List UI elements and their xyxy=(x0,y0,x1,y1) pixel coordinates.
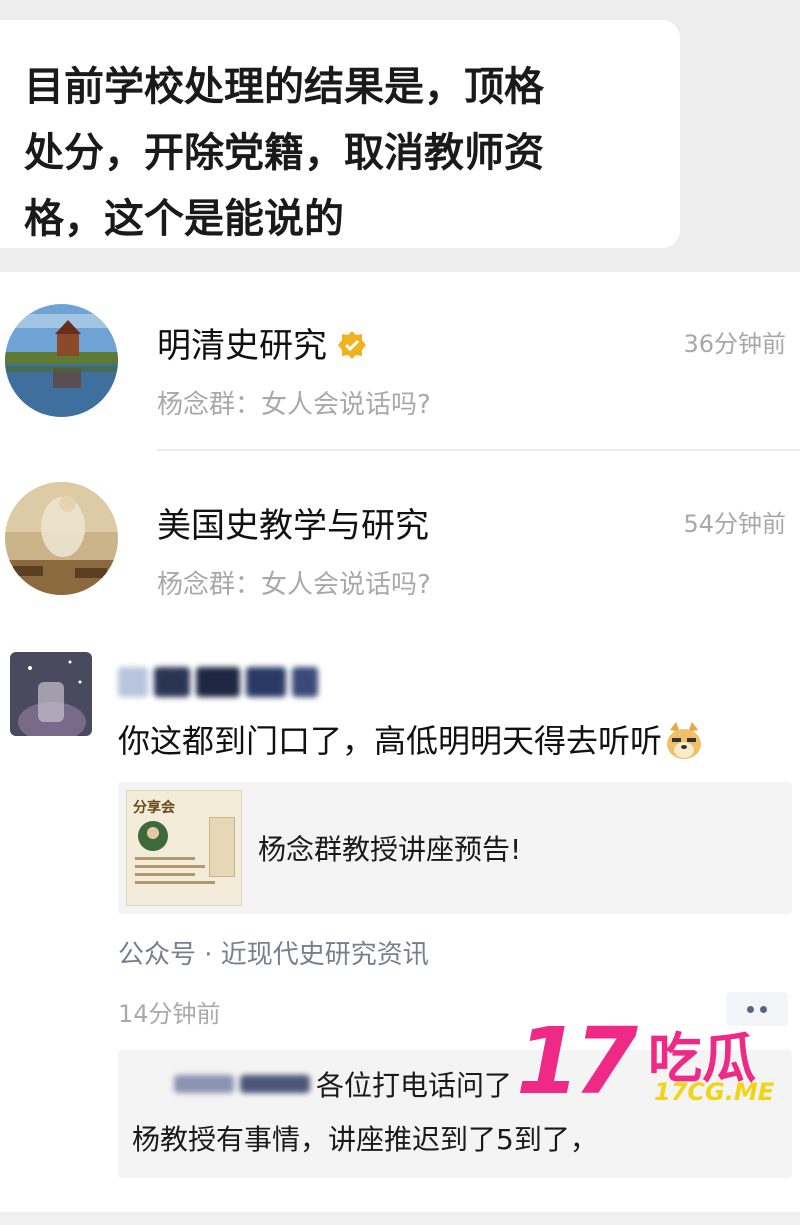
watermark-site: 17CG.ME xyxy=(654,1078,775,1106)
chat-name: 明清史研究 xyxy=(157,318,367,367)
comment-line: 各位打电话问了 xyxy=(174,1064,512,1104)
painting-avatar xyxy=(5,482,118,595)
post-text-content: 你这都到门口了，高低明明天得去听听 xyxy=(118,722,663,760)
chat-list-item[interactable]: 美国史教学与研究 54分钟前 杨念群：女人会说话吗? xyxy=(0,452,800,630)
comment-text: 了， xyxy=(541,1123,598,1156)
article-title: 杨念群教授讲座预告! xyxy=(258,833,522,866)
user-avatar[interactable] xyxy=(10,652,92,736)
blur-block xyxy=(154,667,190,697)
comment-text: 杨教授有事情，讲座推迟到了5到 xyxy=(132,1123,542,1156)
chat-list-item[interactable]: 明清史研究 36分钟前 杨念群：女人会说话吗? xyxy=(0,272,800,450)
thumbnail-header: 分享会 xyxy=(133,800,175,816)
chat-message-line: 格，这个是能说的 xyxy=(24,196,344,242)
chat-name-text: 明清史研究 xyxy=(157,326,327,366)
comment-line: 杨教授有事情，讲座推迟到了5到了， xyxy=(132,1118,598,1158)
post-time: 14分钟前 xyxy=(118,1000,221,1028)
chat-time: 36分钟前 xyxy=(683,330,786,358)
source-link[interactable]: 公众号 · 近现代史研究资讯 xyxy=(118,934,429,971)
moments-post: 你这都到门口了，高低明明天得去听听 分享会 杨念群教授讲座预告! 公众号 · 近… xyxy=(0,632,800,1225)
article-thumbnail: 分享会 xyxy=(126,790,242,906)
blur-block xyxy=(292,667,318,697)
lake-landscape-avatar xyxy=(5,304,118,417)
chat-message-line: 目前学校处理的结果是，顶格 xyxy=(24,64,544,110)
blur-block xyxy=(118,667,148,697)
site-watermark: 17 吃瓜 17CG.ME xyxy=(516,1008,786,1118)
post-text: 你这都到门口了，高低明明天得去听听 xyxy=(118,716,704,762)
blur-block xyxy=(174,1075,234,1093)
chat-preview: 杨念群：女人会说话吗? xyxy=(157,390,431,420)
chat-time: 54分钟前 xyxy=(683,510,786,538)
doge-emoji-icon xyxy=(667,722,702,759)
blur-block xyxy=(196,667,240,697)
watermark-number: 17 xyxy=(516,1008,638,1115)
chat-name: 美国史教学与研究 xyxy=(157,506,429,546)
comment-text: 各位打电话问了 xyxy=(316,1069,513,1102)
blurred-username[interactable] xyxy=(118,660,318,704)
verified-badge-icon xyxy=(338,331,366,359)
list-divider xyxy=(157,449,800,451)
chat-screenshot-area: 目前学校处理的结果是，顶格 处分，开除党籍，取消教师资 格，这个是能说的 xyxy=(0,0,800,272)
bottom-divider xyxy=(0,1212,800,1225)
chat-message-line: 处分，开除党籍，取消教师资 xyxy=(24,130,544,176)
chat-list: 明清史研究 36分钟前 杨念群：女人会说话吗? 美国史教学与研究 54分钟前 杨… xyxy=(0,272,800,632)
blur-block xyxy=(240,1075,310,1093)
shared-article-card[interactable]: 分享会 杨念群教授讲座预告! xyxy=(118,782,792,914)
blur-block xyxy=(246,667,286,697)
chat-preview: 杨念群：女人会说话吗? xyxy=(157,570,431,600)
chat-message-bubble: 目前学校处理的结果是，顶格 处分，开除党籍，取消教师资 格，这个是能说的 xyxy=(0,20,680,248)
